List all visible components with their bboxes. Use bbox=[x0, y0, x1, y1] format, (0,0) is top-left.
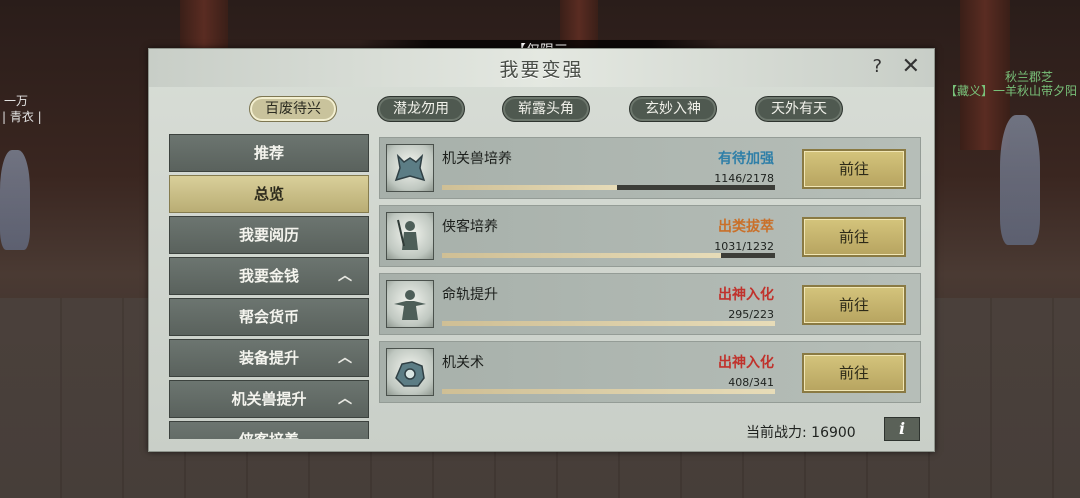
chevron-up-icon: ︿ bbox=[338, 422, 352, 439]
progress-fill bbox=[442, 185, 618, 190]
item-label: 侠客培养 bbox=[442, 219, 498, 235]
tab-xuanmiaorushen[interactable]: 玄妙入神 bbox=[629, 96, 717, 122]
status-badge: 出神入化 bbox=[718, 287, 774, 303]
progress-count: 295/223 bbox=[728, 308, 774, 321]
sidebar: 推荐 总览 我要阅历 我要金钱︿ 帮会货币 装备提升︿ 机关兽提升︿ 侠客培养︿ bbox=[169, 134, 369, 439]
sidebar-item-overview[interactable]: 总览 bbox=[169, 175, 369, 213]
swordsman-icon bbox=[386, 212, 434, 260]
status-badge: 出神入化 bbox=[718, 355, 774, 371]
sidebar-item-experience[interactable]: 我要阅历 bbox=[169, 216, 369, 254]
panel-header: 我要变强 ? ✕ bbox=[149, 49, 934, 87]
go-button[interactable]: 前往 bbox=[802, 217, 906, 257]
list-item: 机关术 出神入化 408/341 前往 bbox=[379, 341, 921, 403]
sidebar-item-hero[interactable]: 侠客培养︿ bbox=[169, 421, 369, 439]
combat-power-value: 16900 bbox=[811, 425, 856, 441]
status-badge: 出类拔萃 bbox=[718, 219, 774, 235]
sidebar-item-money[interactable]: 我要金钱 ︿ bbox=[169, 257, 369, 295]
tab-zhanlutoujiao[interactable]: 崭露头角 bbox=[502, 96, 590, 122]
go-button[interactable]: 前往 bbox=[802, 149, 906, 189]
progress-bar bbox=[442, 185, 775, 190]
level-tabs: 百废待兴 潜龙勿用 崭露头角 玄妙入神 天外有天 bbox=[249, 96, 849, 122]
sidebar-item-recommend[interactable]: 推荐 bbox=[169, 134, 369, 172]
background-character bbox=[0, 150, 30, 250]
chevron-up-icon: ︿ bbox=[338, 268, 352, 284]
progress-fill bbox=[442, 321, 775, 326]
sidebar-item-equipment[interactable]: 装备提升 ︿ bbox=[169, 339, 369, 377]
progress-bar bbox=[442, 389, 775, 394]
item-label: 机关兽培养 bbox=[442, 151, 512, 167]
list-item: 侠客培养 出类拔萃 1031/1232 前往 bbox=[379, 205, 921, 267]
tab-tianwaiyoutian[interactable]: 天外有天 bbox=[755, 96, 843, 122]
mechanism-icon bbox=[386, 348, 434, 396]
chevron-up-icon: ︿ bbox=[338, 350, 352, 366]
item-label: 命轨提升 bbox=[442, 287, 498, 303]
npc-name: | 青衣 | bbox=[2, 110, 42, 124]
sidebar-item-beast[interactable]: 机关兽提升 ︿ bbox=[169, 380, 369, 418]
progress-fill bbox=[442, 253, 721, 258]
progress-count: 1031/1232 bbox=[714, 240, 774, 253]
combat-power-label: 当前战力: bbox=[746, 425, 807, 441]
help-button[interactable]: ? bbox=[872, 56, 882, 77]
panel-title: 我要变强 bbox=[499, 59, 584, 81]
tab-baifeidaixing[interactable]: 百废待兴 bbox=[249, 96, 337, 122]
tab-qianlongwuyong[interactable]: 潜龙勿用 bbox=[377, 96, 465, 122]
item-label: 机关术 bbox=[442, 355, 484, 371]
chevron-up-icon: ︿ bbox=[338, 391, 352, 407]
close-button[interactable]: ✕ bbox=[902, 54, 920, 79]
list-item: 命轨提升 出神入化 295/223 前往 bbox=[379, 273, 921, 335]
mechanical-beast-icon bbox=[386, 144, 434, 192]
strengthen-panel: 我要变强 ? ✕ 百废待兴 潜龙勿用 崭露头角 玄妙入神 天外有天 推荐 总览 … bbox=[148, 48, 935, 452]
background-pillar bbox=[960, 0, 1010, 150]
sidebar-item-guild-currency[interactable]: 帮会货币 bbox=[169, 298, 369, 336]
npc-name: 一万 bbox=[4, 94, 29, 108]
deity-icon bbox=[386, 280, 434, 328]
go-button[interactable]: 前往 bbox=[802, 285, 906, 325]
list-item: 机关兽培养 有待加强 1146/2178 前往 bbox=[379, 137, 921, 199]
status-badge: 有待加强 bbox=[718, 151, 774, 167]
progress-bar bbox=[442, 253, 775, 258]
combat-power: 当前战力: 16900 bbox=[746, 422, 856, 442]
progress-count: 408/341 bbox=[728, 376, 774, 389]
npc-name: 秋兰郡芝 bbox=[1005, 70, 1054, 84]
info-button[interactable]: i bbox=[884, 417, 920, 441]
background-character bbox=[1000, 115, 1040, 245]
progress-fill bbox=[442, 389, 775, 394]
progress-bar bbox=[442, 321, 775, 326]
go-button[interactable]: 前往 bbox=[802, 353, 906, 393]
progress-count: 1146/2178 bbox=[714, 172, 774, 185]
